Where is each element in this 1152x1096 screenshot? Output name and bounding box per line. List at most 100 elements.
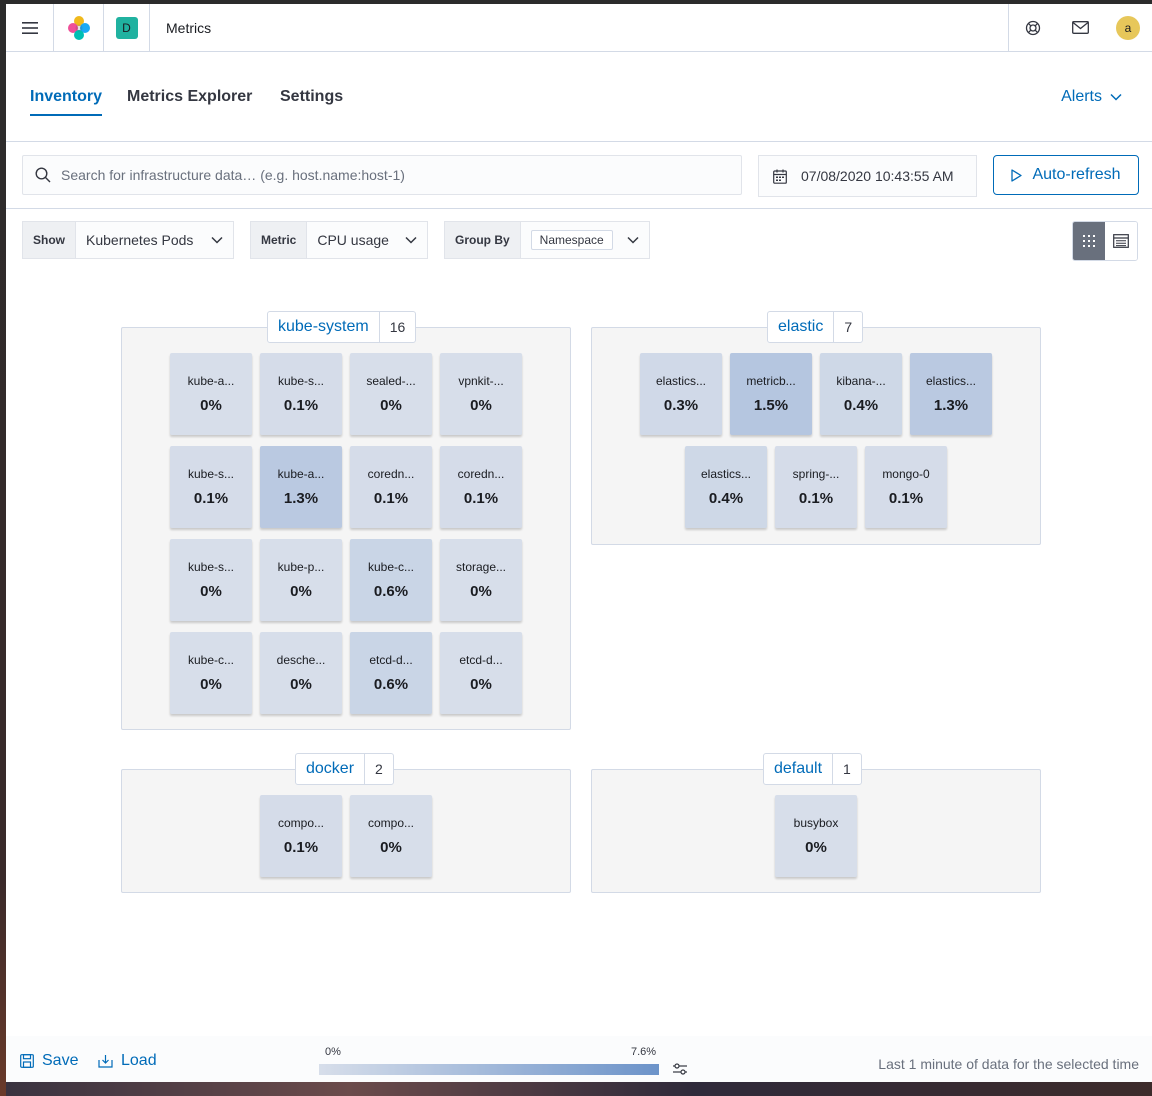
pod-node-value: 0.1% [193, 490, 229, 507]
pod-node[interactable]: vpnkit-... 0% [440, 353, 522, 435]
group-by-filter-label: Group By [445, 222, 521, 258]
group-docker: docker 2 compo... 0.1% compo... 0% [121, 753, 571, 893]
chevron-down-icon [627, 236, 639, 244]
pod-node[interactable]: storage... 0% [440, 539, 522, 621]
pod-node-value: 1.3% [283, 490, 319, 507]
pod-node-value: 0.3% [663, 397, 699, 414]
hamburger-icon [21, 21, 38, 34]
pod-node[interactable]: busybox 0% [775, 795, 857, 877]
pod-node-name: sealed-... [366, 374, 416, 388]
pod-node-name: vpnkit-... [458, 374, 504, 388]
group-label[interactable]: elastic 7 [767, 311, 864, 343]
pod-node[interactable]: etcd-d... 0.6% [350, 632, 432, 714]
search-icon [35, 167, 51, 183]
legend-controls-icon[interactable] [672, 1062, 688, 1076]
help-button[interactable] [1008, 4, 1056, 52]
breadcrumb-title: Metrics [166, 19, 212, 36]
pod-node[interactable]: kube-s... 0.1% [170, 446, 252, 528]
pod-node-value: 0% [290, 676, 312, 693]
alerts-dropdown-button[interactable]: Alerts [1061, 88, 1122, 106]
tab-metrics-explorer[interactable]: Metrics Explorer [127, 88, 252, 114]
pod-node-value: 0.6% [373, 676, 409, 693]
pod-node-name: etcd-d... [459, 653, 503, 667]
pod-node[interactable]: elastics... 0.3% [640, 353, 722, 435]
calendar-icon [773, 169, 787, 184]
play-icon [1011, 168, 1023, 182]
pod-node[interactable]: spring-... 0.1% [775, 446, 857, 528]
tab-inventory[interactable]: Inventory [30, 88, 103, 116]
global-header: D Metrics a [6, 4, 1152, 52]
auto-refresh-button[interactable]: Auto-refresh [993, 155, 1139, 195]
auto-refresh-label: Auto-refresh [1032, 166, 1121, 183]
grid-dots-icon [1083, 235, 1095, 247]
import-icon [98, 1055, 113, 1068]
pod-node-value: 0% [470, 397, 492, 414]
pod-node[interactable]: coredn... 0.1% [440, 446, 522, 528]
pod-node-name: storage... [455, 560, 507, 574]
desktop-background [6, 1082, 1152, 1096]
space-selector[interactable]: D [104, 4, 150, 52]
pod-node-value: 0% [200, 397, 222, 414]
pod-node[interactable]: kibana-... 0.4% [820, 353, 902, 435]
newsfeed-button[interactable] [1056, 4, 1104, 52]
pod-node[interactable]: sealed-... 0% [350, 353, 432, 435]
pod-node-value: 1.5% [753, 397, 789, 414]
pod-node-name: kube-s... [277, 374, 325, 388]
pod-node[interactable]: etcd-d... 0% [440, 632, 522, 714]
pod-node[interactable]: kube-c... 0% [170, 632, 252, 714]
group-label[interactable]: docker 2 [295, 753, 394, 785]
group-default: default 1 busybox 0% [591, 753, 1041, 893]
pod-node[interactable]: kube-a... 1.3% [260, 446, 342, 528]
menu-button[interactable] [6, 4, 54, 52]
pod-node[interactable]: kube-s... 0% [170, 539, 252, 621]
pod-node-value: 0% [200, 676, 222, 693]
legend-max-label: 7.6% [631, 1046, 657, 1058]
pod-node[interactable]: compo... 0% [350, 795, 432, 877]
pod-node-value: 0.1% [283, 839, 319, 856]
tab-settings[interactable]: Settings [280, 88, 343, 114]
group-label[interactable]: kube-system 16 [267, 311, 417, 343]
group-count: 7 [833, 312, 862, 342]
pod-node[interactable]: desche... 0% [260, 632, 342, 714]
group-name: elastic [778, 318, 824, 335]
chevron-down-icon [405, 236, 417, 244]
pod-node-value: 0% [805, 839, 827, 856]
pod-node-name: busybox [793, 816, 839, 830]
pod-node-value: 0.1% [283, 397, 319, 414]
legend-min-label: 0% [325, 1046, 341, 1058]
pod-node[interactable]: kube-a... 0% [170, 353, 252, 435]
group-count: 2 [364, 754, 393, 784]
search-input[interactable] [61, 167, 721, 183]
pod-node[interactable]: coredn... 0.1% [350, 446, 432, 528]
map-view-button[interactable] [1073, 222, 1105, 260]
elastic-logo-button[interactable] [54, 4, 104, 52]
show-filter[interactable]: Show Kubernetes Pods [22, 221, 234, 259]
show-filter-label: Show [23, 222, 76, 258]
pod-node[interactable]: compo... 0.1% [260, 795, 342, 877]
pod-node[interactable]: kube-c... 0.6% [350, 539, 432, 621]
pod-node-value: 0% [470, 676, 492, 693]
save-button[interactable]: Save [20, 1052, 78, 1070]
color-legend-gradient [319, 1064, 659, 1075]
date-picker[interactable]: 07/08/2020 10:43:55 AM [758, 155, 977, 197]
pod-node-name: kube-s... [187, 560, 235, 574]
metrics-app: D Metrics a Inventory Metrics Explorer S… [6, 4, 1152, 1082]
pod-node-value: 0.1% [798, 490, 834, 507]
pod-node[interactable]: kube-p... 0% [260, 539, 342, 621]
metric-filter[interactable]: Metric CPU usage [250, 221, 428, 259]
group-by-filter[interactable]: Group By Namespace [444, 221, 650, 259]
pod-node-name: desche... [276, 653, 326, 667]
table-view-button[interactable] [1105, 222, 1137, 260]
pod-node[interactable]: elastics... 1.3% [910, 353, 992, 435]
user-menu-button[interactable]: a [1104, 4, 1152, 52]
pod-node[interactable]: elastics... 0.4% [685, 446, 767, 528]
pod-node[interactable]: kube-s... 0.1% [260, 353, 342, 435]
load-button[interactable]: Load [98, 1052, 157, 1070]
group-label[interactable]: default 1 [763, 753, 862, 785]
pod-node[interactable]: mongo-0 0.1% [865, 446, 947, 528]
pod-node-name: kibana-... [836, 374, 886, 388]
pod-node-value: 0.4% [843, 397, 879, 414]
pod-node-name: elastics... [925, 374, 976, 388]
pod-node[interactable]: metricb... 1.5% [730, 353, 812, 435]
date-value: 07/08/2020 10:43:55 AM [801, 168, 954, 184]
